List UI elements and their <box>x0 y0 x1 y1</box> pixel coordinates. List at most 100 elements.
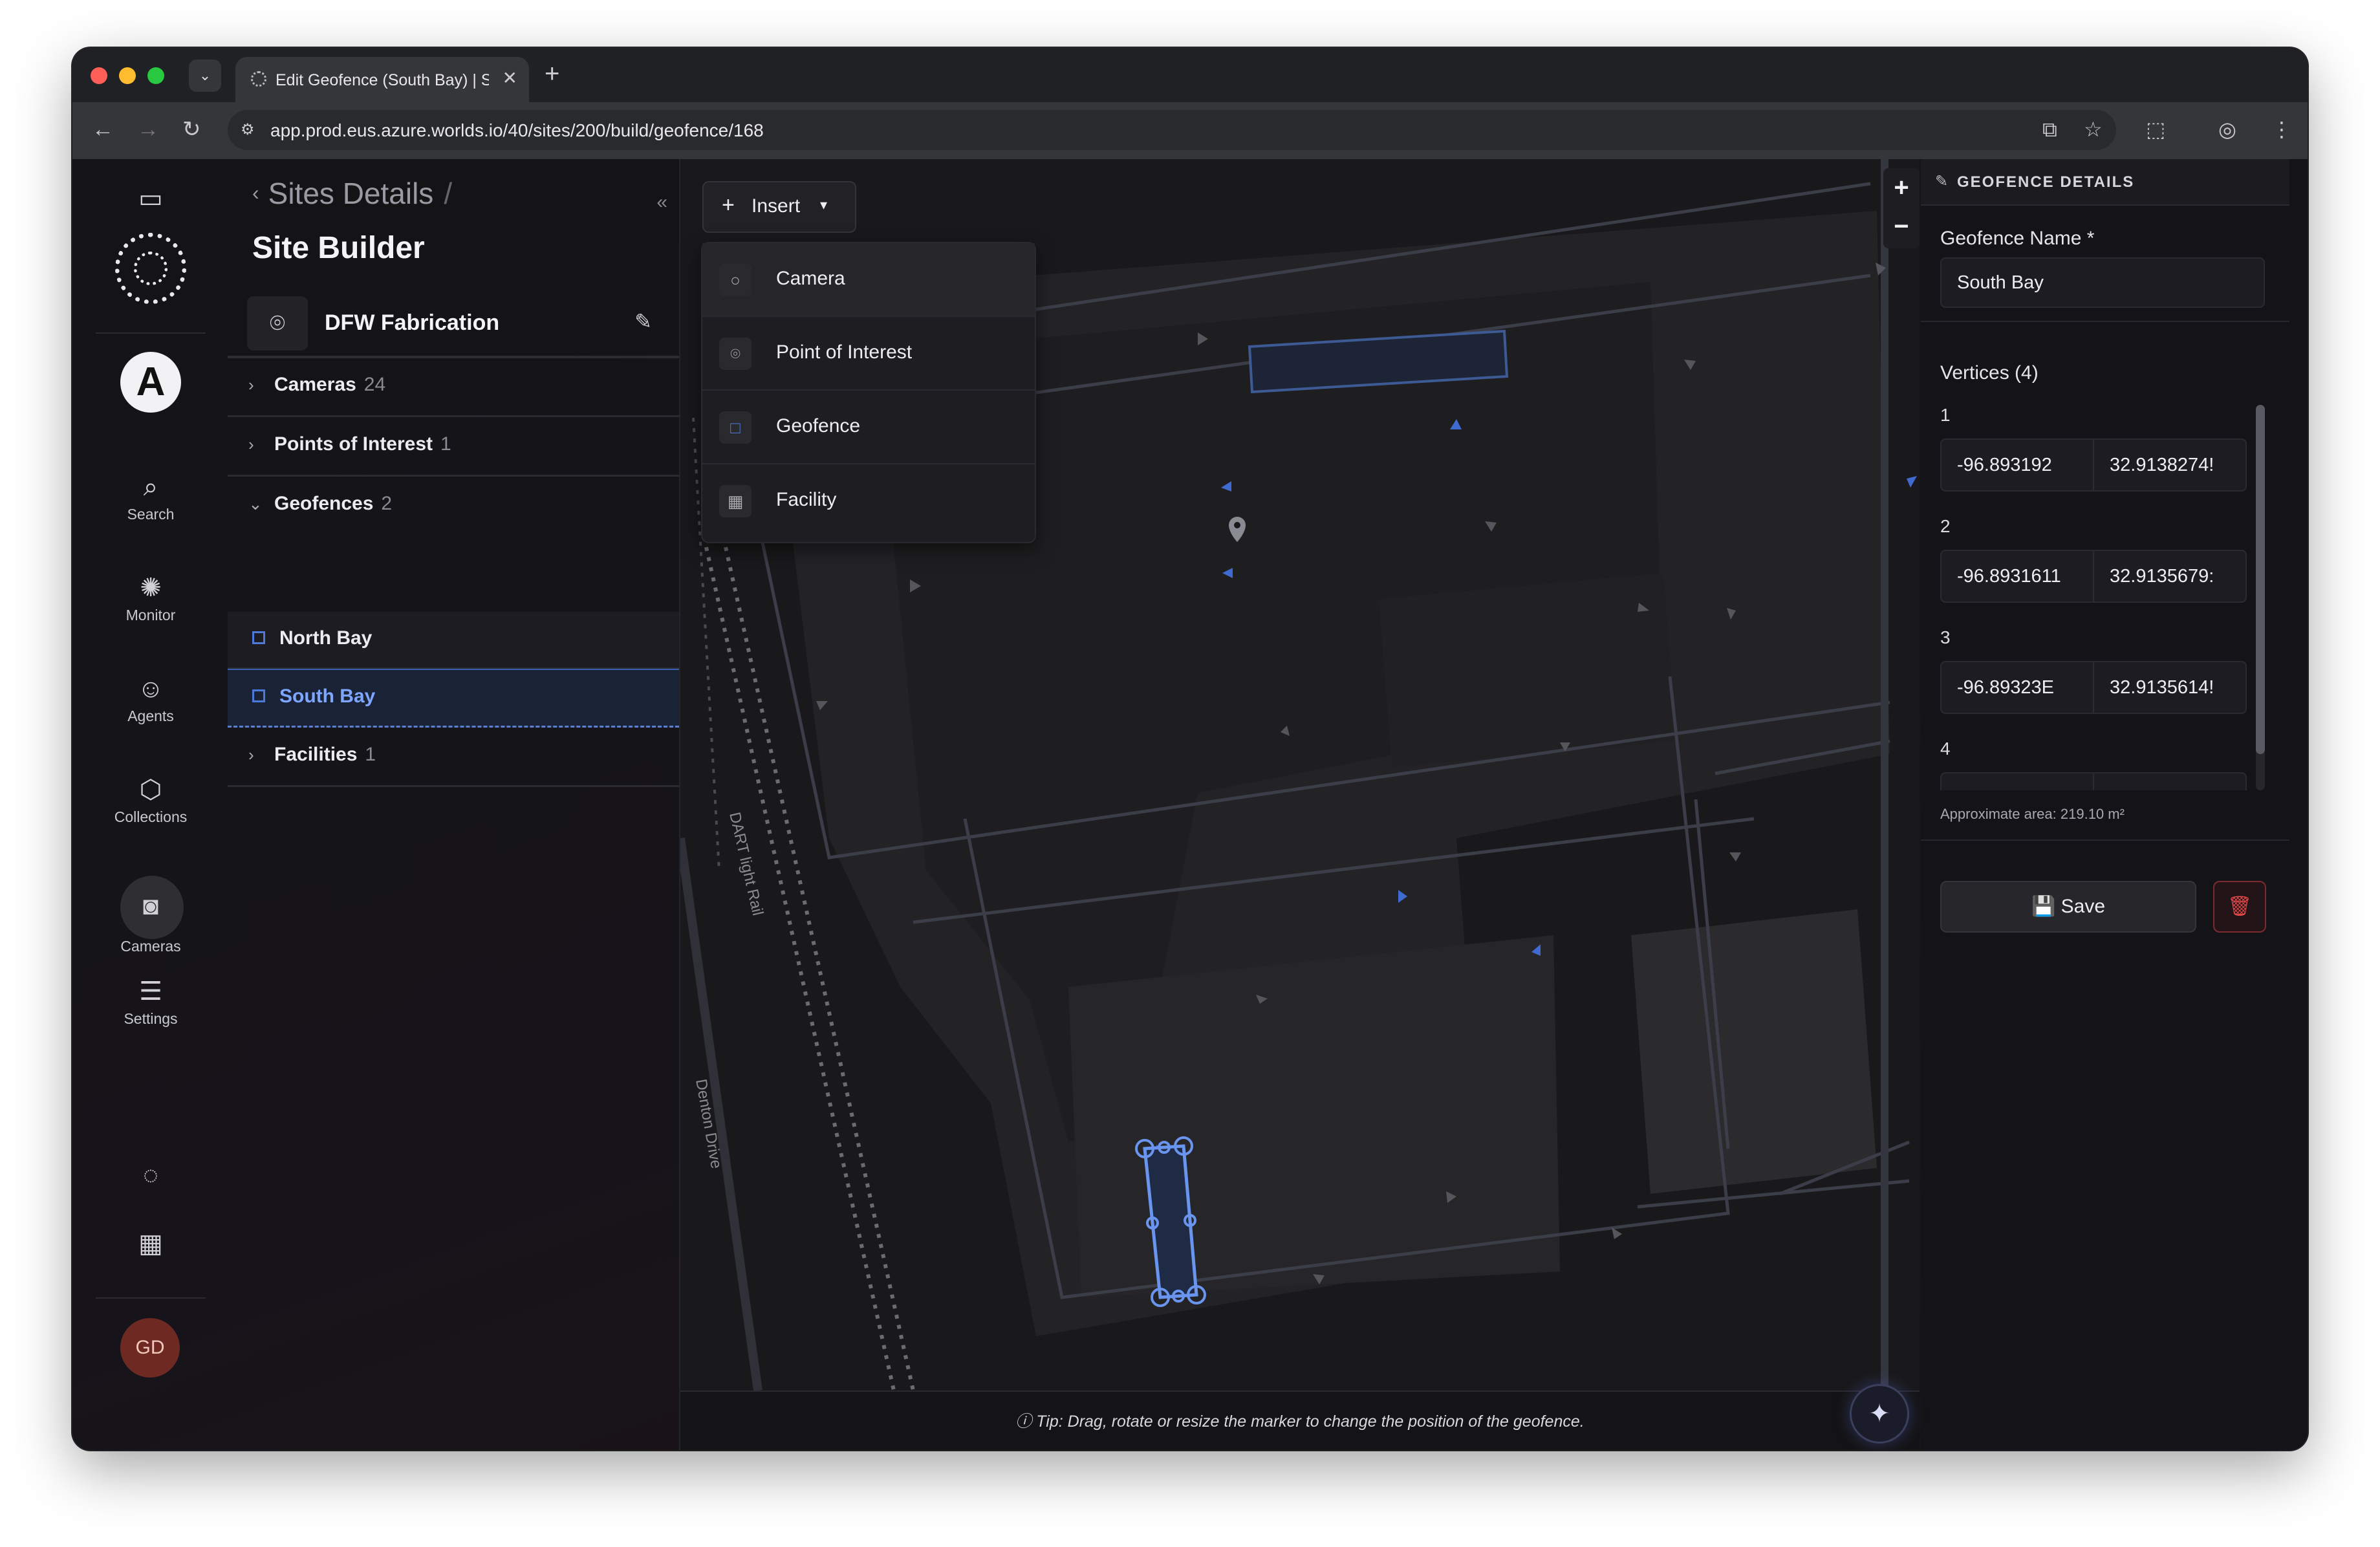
section-facilities[interactable]: › Facilities 1 <box>228 727 679 787</box>
section-geofences[interactable]: ⌄ Geofences 2 <box>228 476 679 609</box>
circle-icon: ○ <box>719 264 752 296</box>
vertex-4-fields <box>1940 772 2247 790</box>
nav-monitor-label: Monitor <box>125 607 176 623</box>
geofence-item-label: North Bay <box>279 627 373 649</box>
breadcrumb[interactable]: ‹ Sites Details / <box>252 176 452 211</box>
reload-icon[interactable]: ↻ <box>182 116 201 142</box>
tab-close-icon[interactable]: ✕ <box>503 67 517 89</box>
geofence-name-input[interactable]: South Bay <box>1940 257 2265 308</box>
chevron-left-icon: ‹ <box>252 181 259 204</box>
menu-item-facility[interactable]: ▦ Facility <box>702 464 1035 537</box>
sidebar-toggle-icon: ▭ <box>138 184 163 213</box>
back-icon[interactable]: ← <box>92 116 114 142</box>
vertex-3-latitude-input[interactable]: 32.9135614! <box>2110 662 2239 713</box>
vertex-2-longitude-input[interactable]: -96.8931611 <box>1957 551 2086 601</box>
toggle-sidebar-button[interactable]: ▭ <box>92 184 210 213</box>
collections-icon: ⬡ <box>139 775 162 804</box>
vertex-3-longitude-input[interactable]: -96.89323E <box>1957 662 2086 713</box>
insert-button-label: Insert <box>752 195 801 217</box>
section-cameras-label: Cameras <box>274 374 356 395</box>
browser-tab[interactable]: Edit Geofence (South Bay) | S ✕ <box>235 57 529 102</box>
building-button[interactable]: ▦ <box>92 1229 210 1259</box>
menu-item-geofence[interactable]: □ Geofence <box>702 391 1035 464</box>
tab-search-button[interactable]: ⌄ <box>189 60 221 92</box>
ai-assistant-button[interactable]: ✦ <box>1850 1384 1909 1444</box>
save-button[interactable]: 💾 Save <box>1940 881 2196 933</box>
loading-status-button[interactable]: ◌ <box>92 1160 210 1190</box>
bookmark-star-icon[interactable]: ☆ <box>2084 116 2103 142</box>
profile-icon[interactable]: ◎ <box>2218 116 2236 142</box>
nav-cameras-label: Cameras <box>120 938 181 955</box>
menu-item-label: Point of Interest <box>776 341 913 363</box>
maximize-window-button[interactable] <box>147 67 164 84</box>
org-avatar[interactable]: A <box>120 352 181 413</box>
vertex-2-latitude-input[interactable]: 32.9135679: <box>2110 551 2239 601</box>
nav-collections-label: Collections <box>114 808 188 825</box>
section-geofences-count: 2 <box>381 493 393 514</box>
menu-item-point-of-interest[interactable]: ⌾ Point of Interest <box>702 317 1035 391</box>
site-map[interactable]: DART light Rail Denton Drive + − + Inser… <box>680 159 1920 1450</box>
nav-collections[interactable]: ⬡ Collections <box>92 775 210 826</box>
menu-item-camera[interactable]: ○ Camera <box>702 243 1035 317</box>
collapse-panel-icon[interactable]: « <box>656 191 667 213</box>
address-bar[interactable]: ⚙ app.prod.eus.azure.worlds.io/40/sites/… <box>228 110 2116 150</box>
geofence-details-panel: ✎ GEOFENCE DETAILS Geofence Name * South… <box>1921 159 2308 1450</box>
minimize-window-button[interactable] <box>119 67 136 84</box>
nav-cameras[interactable]: ◙ Cameras <box>92 891 210 955</box>
vertices-scrollbar[interactable] <box>2256 405 2265 790</box>
vertex-1-latitude-input[interactable]: 32.9138274! <box>2110 440 2239 490</box>
camera-icon: ◙ <box>142 892 159 920</box>
vertex-4-latitude-input[interactable] <box>2110 774 2239 824</box>
tip-text: Tip: Drag, rotate or resize the marker t… <box>1036 1412 1585 1431</box>
site-builder-panel: ‹ Sites Details / « Site Builder ⌾ DFW Fab… <box>228 159 680 1450</box>
site-header: ⌾ DFW Fabrication ✎ <box>228 288 679 358</box>
geofence-item-south-bay[interactable]: South Bay <box>228 669 679 728</box>
vertex-number: 3 <box>1940 627 1951 647</box>
browser-menu-icon[interactable]: ⋮ <box>2271 116 2292 142</box>
geofence-item-north-bay[interactable]: North Bay <box>228 612 679 669</box>
site-settings-icon[interactable]: ⚙ <box>241 120 260 140</box>
user-avatar[interactable]: GD <box>120 1318 180 1378</box>
nav-search[interactable]: ⌕ Search <box>92 472 210 523</box>
chevron-right-icon: › <box>248 435 254 454</box>
close-window-button[interactable] <box>91 67 107 84</box>
trash-icon: 🗑 <box>2227 896 2253 917</box>
nav-agents[interactable]: ☺ Agents <box>92 674 210 725</box>
nav-settings[interactable]: ☰ Settings <box>92 977 210 1028</box>
insert-menu: ○ Camera ⌾ Point of Interest □ Geofence … <box>701 242 1036 543</box>
location-pin-icon: ⌾ <box>719 338 752 370</box>
new-tab-button[interactable]: + <box>545 61 559 87</box>
vertex-1-longitude-input[interactable]: -96.893192 <box>1957 440 2086 490</box>
edit-site-icon[interactable]: ✎ <box>634 309 652 334</box>
building-icon: ▦ <box>138 1229 163 1258</box>
extensions-icon[interactable]: ⬚ <box>2146 116 2165 142</box>
location-pin-icon: ⌾ <box>247 296 308 351</box>
nav-monitor[interactable]: ✺ Monitor <box>92 573 210 624</box>
tab-title: Edit Geofence (South Bay) | S <box>276 71 489 89</box>
section-cameras[interactable]: › Cameras 24 <box>228 357 679 417</box>
zoom-controls: + − <box>1883 168 1920 248</box>
pencil-icon: ✎ <box>1935 173 1949 190</box>
sparkle-icon: ✦ <box>1868 1400 1890 1428</box>
delete-button[interactable]: 🗑 <box>2213 881 2266 933</box>
plus-icon: + <box>722 193 735 217</box>
install-app-icon[interactable]: ⧉ <box>2042 116 2057 142</box>
breadcrumb-sites-details[interactable]: Sites Details <box>268 177 434 210</box>
vertex-1-fields: -96.893192 32.9138274! <box>1940 438 2247 492</box>
zoom-in-button[interactable]: + <box>1883 168 1920 207</box>
caret-down-icon: ▾ <box>820 197 828 213</box>
zoom-out-button[interactable]: − <box>1883 207 1920 246</box>
vertex-number: 2 <box>1940 516 1951 536</box>
section-points-of-interest[interactable]: › Points of Interest 1 <box>228 416 679 477</box>
menu-item-label: Geofence <box>776 415 861 437</box>
forward-icon[interactable]: → <box>137 116 159 142</box>
vertices-label: Vertices (4) <box>1940 362 2039 384</box>
browser-toolbar: ← → ↻ ⚙ app.prod.eus.azure.worlds.io/40/… <box>72 102 2308 159</box>
logo-icon <box>115 233 186 304</box>
details-header: ✎ GEOFENCE DETAILS <box>1921 159 2289 206</box>
favicon-icon <box>251 71 266 87</box>
url-text: app.prod.eus.azure.worlds.io/40/sites/20… <box>270 120 764 140</box>
spinner-icon: ◌ <box>143 1161 158 1189</box>
insert-button[interactable]: + Insert ▾ <box>702 181 856 233</box>
building-icon: ▦ <box>719 485 752 517</box>
